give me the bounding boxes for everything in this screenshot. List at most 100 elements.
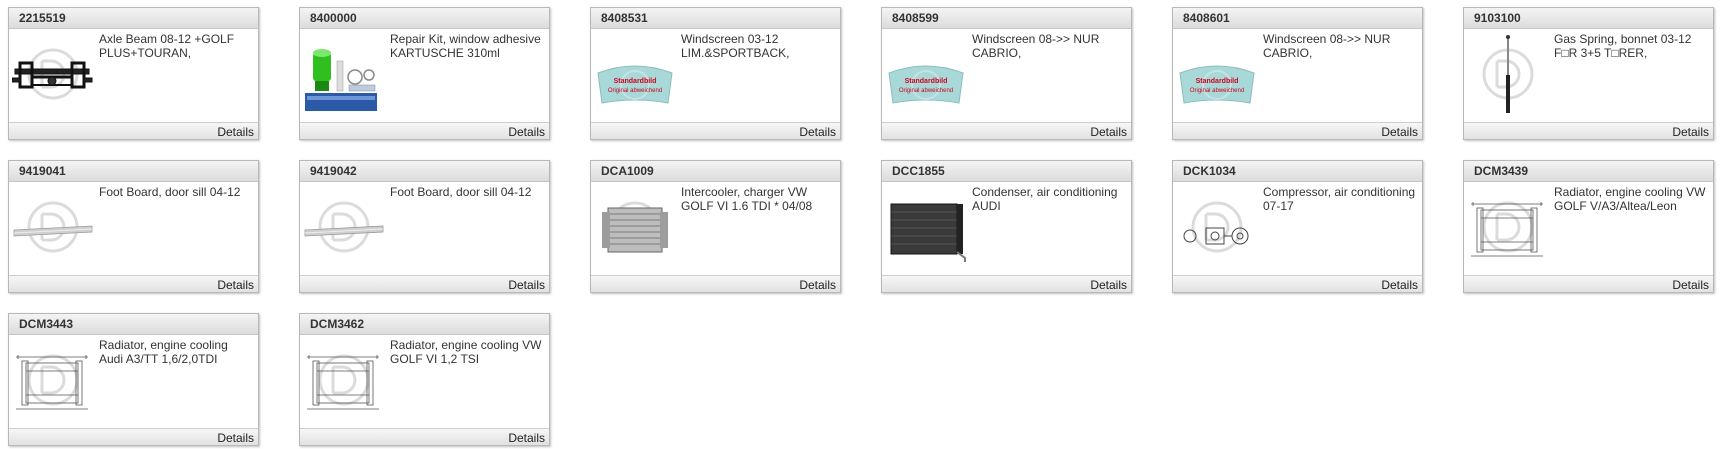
product-id[interactable]: DCM3439: [1464, 161, 1713, 182]
product-card: 8408601 Standardbild Original abweichend…: [1172, 7, 1423, 140]
product-body: Axle Beam 08-12 +GOLF PLUS+TOURAN,: [9, 29, 258, 121]
product-grid: 2215519 Axle Beam 08-12 +GOLF PLUS+TOURA…: [0, 0, 1721, 449]
product-id[interactable]: DCM3443: [9, 314, 258, 335]
product-thumbnail[interactable]: [1467, 186, 1549, 268]
product-card: 9419042 Foot Board, door sill 04-12 Deta…: [299, 160, 550, 293]
card-footer: Details: [300, 428, 549, 445]
details-link[interactable]: Details: [217, 431, 254, 445]
product-thumbnail[interactable]: [594, 186, 676, 268]
product-thumbnail[interactable]: [12, 33, 94, 115]
details-link[interactable]: Details: [799, 125, 836, 139]
card-footer: Details: [9, 428, 258, 445]
product-body: Repair Kit, window adhesive KARTUSCHE 31…: [300, 29, 549, 121]
product-id[interactable]: DCK1034: [1173, 161, 1422, 182]
details-link[interactable]: Details: [508, 278, 545, 292]
details-link[interactable]: Details: [508, 125, 545, 139]
product-body: Standardbild Original abweichend Windscr…: [1173, 29, 1422, 121]
placeholder-label: Standardbild: [905, 78, 948, 85]
product-card: 9103100 Gas Spring, bonnet 03-12 F□R 3+5…: [1463, 7, 1714, 140]
placeholder-label: Standardbild: [1196, 78, 1239, 85]
product-id[interactable]: 2215519: [9, 8, 258, 29]
product-description: Gas Spring, bonnet 03-12 F□R 3+5 T□RER,: [1554, 32, 1692, 60]
product-id[interactable]: DCA1009: [591, 161, 840, 182]
product-thumbnail[interactable]: [12, 186, 94, 268]
product-thumbnail[interactable]: [885, 186, 967, 268]
product-thumbnail[interactable]: [1467, 33, 1549, 115]
product-card: 9419041 Foot Board, door sill 04-12 Deta…: [8, 160, 259, 293]
product-id[interactable]: 8408599: [882, 8, 1131, 29]
product-description: Windscreen 08->> NUR CABRIO,: [972, 32, 1100, 60]
product-description: Windscreen 08->> NUR CABRIO,: [1263, 32, 1391, 60]
product-card: 8400000 Repair Kit, window adhesive KART…: [299, 7, 550, 140]
product-body: Intercooler, charger VW GOLF VI 1.6 TDI …: [591, 182, 840, 274]
card-footer: Details: [591, 275, 840, 292]
product-description: Compressor, air conditioning 07-17: [1263, 185, 1416, 213]
product-thumbnail[interactable]: Standardbild Original abweichend: [1176, 33, 1258, 115]
product-card: DCM3462 Radiator, engine cooling VW GOLF…: [299, 313, 550, 446]
details-link[interactable]: Details: [1672, 125, 1709, 139]
card-footer: Details: [1464, 275, 1713, 292]
details-link[interactable]: Details: [217, 278, 254, 292]
product-body: Condenser, air conditioning AUDI: [882, 182, 1131, 274]
details-link[interactable]: Details: [508, 431, 545, 445]
product-description: Axle Beam 08-12 +GOLF PLUS+TOURAN,: [99, 32, 235, 60]
product-id[interactable]: 8408531: [591, 8, 840, 29]
card-footer: Details: [882, 275, 1131, 292]
product-card: DCC1855 Condenser, air conditioning AUDI…: [881, 160, 1132, 293]
product-thumbnail[interactable]: [1176, 186, 1258, 268]
product-body: Foot Board, door sill 04-12: [300, 182, 549, 274]
product-description: Intercooler, charger VW GOLF VI 1.6 TDI …: [681, 185, 813, 213]
product-description: Condenser, air conditioning AUDI: [972, 185, 1118, 213]
product-thumbnail[interactable]: [303, 339, 385, 421]
card-footer: Details: [300, 122, 549, 139]
product-body: Standardbild Original abweichend Windscr…: [591, 29, 840, 121]
product-thumbnail[interactable]: Standardbild Original abweichend: [594, 33, 676, 115]
details-link[interactable]: Details: [1381, 125, 1418, 139]
product-id[interactable]: 9419041: [9, 161, 258, 182]
product-card: DCM3439 Radiator, engine cooling VW GOLF…: [1463, 160, 1714, 293]
product-thumbnail[interactable]: [303, 186, 385, 268]
card-footer: Details: [591, 122, 840, 139]
product-body: Radiator, engine cooling Audi A3/TT 1,6/…: [9, 335, 258, 427]
product-card: DCA1009 Intercooler, charger VW GOLF VI …: [590, 160, 841, 293]
product-card: 2215519 Axle Beam 08-12 +GOLF PLUS+TOURA…: [8, 7, 259, 140]
product-thumbnail[interactable]: Standardbild Original abweichend: [885, 33, 967, 115]
product-id[interactable]: 9103100: [1464, 8, 1713, 29]
product-body: Compressor, air conditioning 07-17: [1173, 182, 1422, 274]
product-card: 8408531 Standardbild Original abweichend…: [590, 7, 841, 140]
product-description: Radiator, engine cooling Audi A3/TT 1,6/…: [99, 338, 228, 366]
product-description: Windscreen 03-12 LIM.&SPORTBACK,: [681, 32, 790, 60]
placeholder-label: Standardbild: [614, 78, 657, 85]
details-link[interactable]: Details: [1090, 278, 1127, 292]
details-link[interactable]: Details: [799, 278, 836, 292]
product-description: Foot Board, door sill 04-12: [390, 185, 532, 199]
product-card: DCM3443 Radiator, engine cooling Audi A3…: [8, 313, 259, 446]
card-footer: Details: [882, 122, 1131, 139]
product-thumbnail[interactable]: [303, 33, 385, 115]
details-link[interactable]: Details: [1672, 278, 1709, 292]
product-card: 8408599 Standardbild Original abweichend…: [881, 7, 1132, 140]
details-link[interactable]: Details: [1090, 125, 1127, 139]
placeholder-note: Original abweichend: [899, 88, 953, 94]
card-footer: Details: [1173, 122, 1422, 139]
product-card: DCK1034 Compressor, air conditioning 07-…: [1172, 160, 1423, 293]
card-footer: Details: [9, 122, 258, 139]
details-link[interactable]: Details: [217, 125, 254, 139]
card-footer: Details: [1173, 275, 1422, 292]
product-id[interactable]: 9419042: [300, 161, 549, 182]
placeholder-note: Original abweichend: [1190, 88, 1244, 94]
details-link[interactable]: Details: [1381, 278, 1418, 292]
card-footer: Details: [1464, 122, 1713, 139]
product-body: Radiator, engine cooling VW GOLF V/A3/Al…: [1464, 182, 1713, 274]
product-id[interactable]: 8408601: [1173, 8, 1422, 29]
product-description: Radiator, engine cooling VW GOLF VI 1,2 …: [390, 338, 542, 366]
product-id[interactable]: 8400000: [300, 8, 549, 29]
product-id[interactable]: DCC1855: [882, 161, 1131, 182]
product-body: Standardbild Original abweichend Windscr…: [882, 29, 1131, 121]
product-body: Foot Board, door sill 04-12: [9, 182, 258, 274]
product-id[interactable]: DCM3462: [300, 314, 549, 335]
product-thumbnail[interactable]: [12, 339, 94, 421]
product-body: Gas Spring, bonnet 03-12 F□R 3+5 T□RER,: [1464, 29, 1713, 121]
product-body: Radiator, engine cooling VW GOLF VI 1,2 …: [300, 335, 549, 427]
product-description: Repair Kit, window adhesive KARTUSCHE 31…: [390, 32, 541, 60]
